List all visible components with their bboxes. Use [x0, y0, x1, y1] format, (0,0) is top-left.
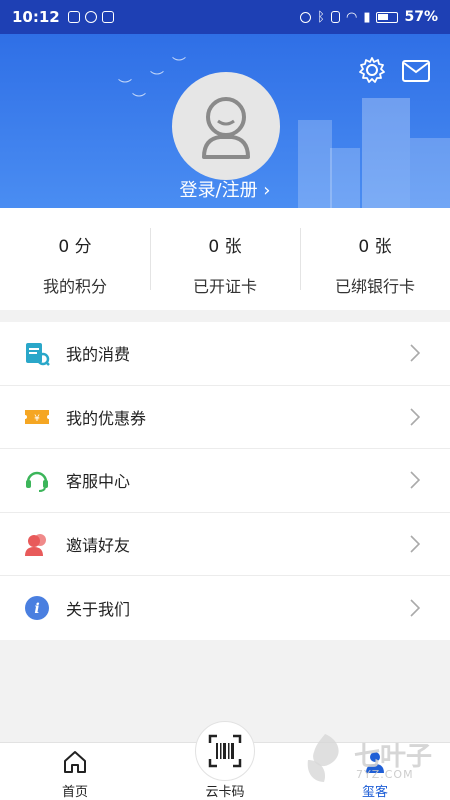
menu-item-invite-friends[interactable]: 邀请好友	[0, 513, 450, 576]
battery-icon	[376, 11, 399, 23]
bluetooth-icon: ᛒ	[317, 9, 325, 25]
status-bar: 10:12 ᛒ ◠ ▮ 57%	[0, 0, 450, 34]
menu-item-consumption[interactable]: 我的消费	[0, 322, 450, 386]
invite-friends-icon	[24, 531, 50, 557]
chevron-right-icon	[410, 408, 420, 426]
stat-value: 0 张	[358, 237, 392, 257]
battery-percent: 57%	[404, 9, 438, 25]
stat-label: 已开证卡	[192, 277, 257, 296]
menu-item-label: 客服中心	[66, 472, 131, 492]
avatar-placeholder-icon	[202, 97, 250, 159]
mail-icon[interactable]	[402, 60, 430, 82]
menu-item-label: 关于我们	[66, 599, 131, 619]
menu-item-label: 邀请好友	[66, 535, 131, 555]
vpn-icon	[84, 11, 97, 23]
bird-decoration: ︶	[118, 79, 132, 95]
stat-value: 0 张	[208, 237, 242, 257]
wifi-icon: ◠	[345, 9, 358, 25]
stat-cards[interactable]: 0 张 已开证卡	[150, 208, 300, 310]
stat-label: 已绑银行卡	[334, 277, 415, 296]
alarm-icon	[300, 11, 312, 23]
coupon-icon: ¥	[24, 404, 50, 430]
menu-item-about-us[interactable]: i 关于我们	[0, 576, 450, 640]
stats-panel: 0 分 我的积分 0 张 已开证卡 0 张 已绑银行卡	[0, 208, 450, 310]
headset-icon	[24, 467, 50, 493]
chevron-right-icon	[410, 471, 420, 489]
stat-points[interactable]: 0 分 我的积分	[0, 208, 150, 310]
stat-value: 0 分	[58, 237, 92, 257]
nfc-icon	[101, 11, 114, 23]
profile-header: ︶ ︶ ︶ ︶ 登录/注册 ›	[0, 34, 450, 208]
vibrate-icon	[330, 11, 340, 23]
nav-label: 云卡码	[205, 785, 245, 800]
status-time: 10:12	[12, 8, 60, 26]
menu-list: 我的消费 ¥ 我的优惠券 客服中心 邀请好友 i 关于我们	[0, 322, 450, 640]
svg-text:¥: ¥	[34, 414, 40, 424]
watermark-logo: 七叶子 7YZ.COM	[300, 730, 450, 790]
login-register-link[interactable]: 登录/注册 ›	[0, 176, 450, 202]
watermark-subtext: 7YZ.COM	[356, 768, 414, 781]
avatar[interactable]	[172, 72, 280, 180]
info-icon: i	[24, 595, 50, 621]
chevron-right-icon	[410, 535, 420, 553]
cloud-card-code-button[interactable]	[195, 721, 255, 781]
shield-icon	[67, 11, 80, 23]
barcode-scan-icon	[208, 734, 242, 768]
menu-item-label: 我的优惠券	[66, 408, 147, 428]
svg-text:i: i	[34, 601, 39, 617]
nav-cloud-card-code[interactable]: 云卡码	[180, 779, 270, 800]
stat-bank-cards[interactable]: 0 张 已绑银行卡	[300, 208, 450, 310]
signal-icon: ▮	[363, 9, 371, 25]
chevron-right-icon	[410, 599, 420, 617]
menu-item-customer-service[interactable]: 客服中心	[0, 449, 450, 513]
chevron-right-icon	[410, 344, 420, 362]
menu-item-label: 我的消费	[66, 345, 131, 365]
stat-label: 我的积分	[42, 277, 107, 296]
leaf-logo-icon	[307, 734, 339, 782]
receipt-icon	[24, 340, 50, 367]
menu-item-coupons[interactable]: ¥ 我的优惠券	[0, 386, 450, 449]
bird-decoration: ︶	[172, 57, 186, 73]
bird-decoration: ︶	[132, 93, 146, 109]
settings-gear-icon[interactable]	[358, 56, 386, 84]
nav-home[interactable]: 首页	[30, 749, 120, 800]
home-icon	[64, 751, 86, 773]
bird-decoration: ︶	[150, 71, 164, 87]
nav-label: 首页	[61, 785, 88, 800]
